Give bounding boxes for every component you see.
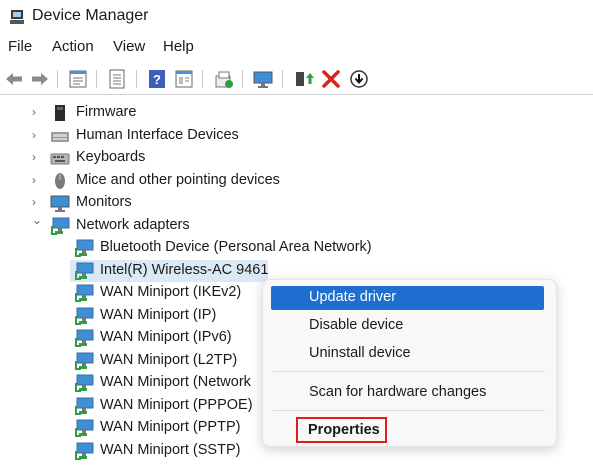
forward-arrow-icon[interactable] xyxy=(29,68,51,90)
console-view-icon[interactable] xyxy=(173,68,195,90)
tree-item-label: WAN Miniport (SSTP) xyxy=(100,441,241,458)
network-adapter-icon xyxy=(74,284,94,302)
network-adapter-icon xyxy=(74,419,94,437)
svg-text:?: ? xyxy=(153,72,161,87)
network-adapter-icon xyxy=(74,374,94,392)
monitor-icon[interactable] xyxy=(252,68,274,90)
back-arrow-icon[interactable] xyxy=(3,68,25,90)
tree-item-label: Intel(R) Wireless-AC 9461 xyxy=(100,261,269,278)
tree-item-label: Keyboards xyxy=(76,149,146,165)
chevron-right-icon[interactable]: › xyxy=(32,173,44,187)
toolbar: ? xyxy=(0,64,593,95)
network-adapter-icon xyxy=(74,442,94,460)
menu-action[interactable]: Action xyxy=(52,38,94,55)
network-adapter-icon xyxy=(74,262,94,280)
chevron-right-icon[interactable]: › xyxy=(32,195,44,209)
tree-item-label: WAN Miniport (IKEv2) xyxy=(100,284,242,300)
network-adapter-icon xyxy=(74,239,94,257)
chevron-down-icon[interactable]: ⌄ xyxy=(32,213,44,227)
network-adapter-icon xyxy=(74,352,94,370)
chevron-right-icon[interactable]: › xyxy=(32,128,44,142)
tree-item-label: Bluetooth Device (Personal Area Network) xyxy=(100,239,372,255)
properties-label: Properties xyxy=(308,422,380,438)
chevron-right-icon[interactable]: › xyxy=(32,150,44,164)
scan-hardware-menu-item[interactable]: Scan for hardware changes xyxy=(271,381,544,405)
tree-item-label: WAN Miniport (PPTP) xyxy=(100,419,241,435)
device-category-icon xyxy=(50,104,70,122)
device-category-icon xyxy=(50,149,70,167)
device-category-icon xyxy=(50,127,70,145)
network-adapter-icon xyxy=(50,217,70,235)
network-adapter-icon xyxy=(74,307,94,325)
uninstall-device-menu-item[interactable]: Uninstall device xyxy=(271,342,544,366)
title-bar: Device Manager xyxy=(0,0,593,34)
tree-item-label: WAN Miniport (IPv6) xyxy=(100,329,232,345)
menu-divider xyxy=(273,410,545,411)
properties-menu-item[interactable]: Properties xyxy=(296,417,387,443)
help-icon[interactable]: ? xyxy=(146,68,168,90)
window-title: Device Manager xyxy=(32,7,149,24)
tree-item-label: WAN Miniport (L2TP) xyxy=(100,351,238,368)
device-list-icon[interactable] xyxy=(106,68,128,90)
scan-hardware-label: Scan for hardware changes xyxy=(309,384,487,400)
disable-device-label: Disable device xyxy=(309,317,404,333)
uninstall-x-icon[interactable] xyxy=(320,68,342,90)
device-category-icon xyxy=(50,194,70,212)
network-adapter-icon xyxy=(74,397,94,415)
tree-item-label: Firmware xyxy=(76,104,137,120)
update-driver-icon[interactable] xyxy=(292,68,314,90)
disable-device-icon[interactable] xyxy=(348,68,370,90)
tree-item-label: Monitors xyxy=(76,194,132,210)
tree-item-label: WAN Miniport (PPPOE) xyxy=(100,396,253,413)
device-category-icon xyxy=(50,172,70,190)
tree-item-label: WAN Miniport (IP) xyxy=(100,306,217,323)
menu-help[interactable]: Help xyxy=(163,38,194,55)
menu-file[interactable]: File xyxy=(8,38,32,55)
tree-item-label: Human Interface Devices xyxy=(76,126,239,143)
update-driver-menu-item[interactable]: Update driver xyxy=(271,286,544,310)
uninstall-device-label: Uninstall device xyxy=(309,345,411,361)
properties-sheet-icon[interactable] xyxy=(67,68,89,90)
menu-view[interactable]: View xyxy=(113,38,145,55)
disable-device-menu-item[interactable]: Disable device xyxy=(271,314,544,338)
context-menu: Update driver Disable device Uninstall d… xyxy=(262,279,557,447)
menu-divider xyxy=(273,371,545,372)
network-adapter-icon xyxy=(74,329,94,347)
device-manager-icon xyxy=(10,10,24,24)
update-driver-label: Update driver xyxy=(309,289,397,305)
scan-hardware-icon[interactable] xyxy=(213,68,235,90)
tree-item-label: Mice and other pointing devices xyxy=(76,171,280,188)
tree-item-label: Network adapters xyxy=(76,216,190,233)
chevron-right-icon[interactable]: › xyxy=(32,105,44,119)
tree-item-label: WAN Miniport (Network xyxy=(100,374,251,390)
